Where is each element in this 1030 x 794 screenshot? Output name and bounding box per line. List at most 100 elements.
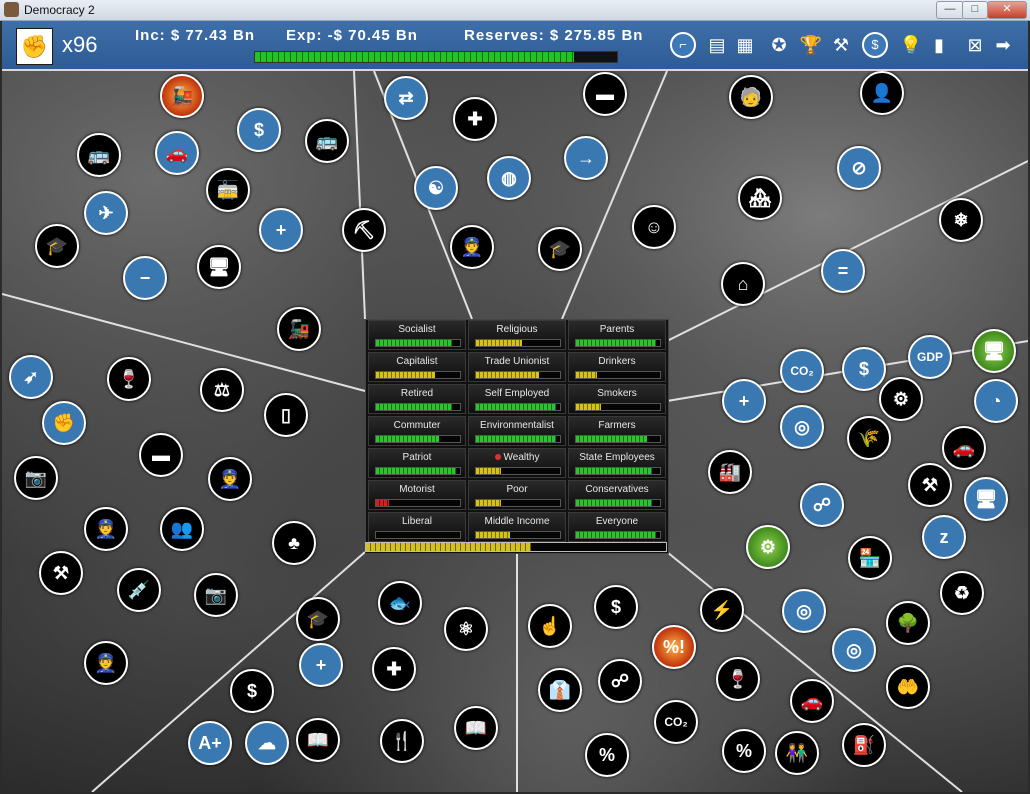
voter-group-everyone[interactable]: Everyone bbox=[568, 512, 666, 542]
police-officer-icon[interactable]: 👮 bbox=[450, 225, 494, 269]
gdp-icon[interactable]: GDP bbox=[908, 335, 952, 379]
handgun-icon[interactable]: ▬ bbox=[139, 433, 183, 477]
handshake-icon[interactable]: ✊ bbox=[42, 401, 86, 445]
document-icon[interactable]: ▤ bbox=[704, 32, 730, 58]
family-tree-icon[interactable]: ☍ bbox=[598, 659, 642, 703]
food-icon[interactable]: 🍴 bbox=[380, 719, 424, 763]
airplane-icon[interactable]: ✈ bbox=[84, 191, 128, 235]
school-bus-icon[interactable]: 🎓 bbox=[35, 224, 79, 268]
co2-icon[interactable]: CO₂ bbox=[780, 349, 824, 393]
cabinet-icon[interactable]: ▦ bbox=[732, 32, 758, 58]
computer-icon[interactable]: 🖥 bbox=[964, 477, 1008, 521]
water-plus-icon[interactable]: + bbox=[259, 208, 303, 252]
water-minus-icon[interactable]: − bbox=[123, 256, 167, 300]
equality-icon[interactable]: = bbox=[821, 249, 865, 293]
atom-icon[interactable]: ⚛ bbox=[444, 607, 488, 651]
award-icon[interactable]: ✪ bbox=[766, 32, 792, 58]
car-icon[interactable]: 🚗 bbox=[155, 131, 199, 175]
property-tax-icon[interactable]: $ bbox=[594, 585, 638, 629]
hospital-ship-icon[interactable]: ✚ bbox=[453, 97, 497, 141]
shopkeeper-icon[interactable]: 🏪 bbox=[848, 536, 892, 580]
graduation-flag-icon[interactable]: 🎓 bbox=[538, 227, 582, 271]
bus-lane-icon[interactable]: 🚌 bbox=[77, 133, 121, 177]
fire-train-icon[interactable]: 🚂 bbox=[160, 74, 204, 118]
coins-blue-icon[interactable]: ◎ bbox=[832, 628, 876, 672]
traffic-icon[interactable]: 🚗 bbox=[942, 426, 986, 470]
voter-group-religious[interactable]: Religious bbox=[468, 320, 566, 350]
child-icon[interactable]: ☺ bbox=[632, 205, 676, 249]
book-icon[interactable]: 📖 bbox=[296, 718, 340, 762]
water-tax-icon[interactable]: $ bbox=[237, 108, 281, 152]
wine-bottle-icon[interactable]: 🍷 bbox=[716, 657, 760, 701]
options-icon[interactable]: ⊠ bbox=[962, 32, 988, 58]
winter-fuel-icon[interactable]: ❄ bbox=[939, 198, 983, 242]
recycle-icon[interactable]: ♻ bbox=[940, 571, 984, 615]
tools-icon[interactable]: ⚒ bbox=[828, 32, 854, 58]
organization-icon[interactable]: ☍ bbox=[800, 483, 844, 527]
innovation-icon[interactable]: + bbox=[722, 379, 766, 423]
gavel-icon[interactable]: ⚒ bbox=[39, 551, 83, 595]
graduate-money-icon[interactable]: $ bbox=[230, 669, 274, 713]
shopping-tax-icon[interactable]: % bbox=[585, 733, 629, 777]
voter-group-conservatives[interactable]: Conservatives bbox=[568, 480, 666, 510]
tools-wrench-icon[interactable]: ⚒ bbox=[908, 463, 952, 507]
petrol-icon[interactable]: ⛽ bbox=[842, 723, 886, 767]
percent-icon[interactable]: % bbox=[722, 729, 766, 773]
voter-group-patriot[interactable]: Patriot bbox=[368, 448, 466, 478]
couple-icon[interactable]: 👫 bbox=[775, 731, 819, 775]
health-plus-icon[interactable]: + bbox=[299, 643, 343, 687]
close-button[interactable]: ✕ bbox=[987, 1, 1027, 19]
gambling-icon[interactable]: ♣ bbox=[272, 521, 316, 565]
charity-icon[interactable]: 🤲 bbox=[886, 665, 930, 709]
gun-icon[interactable]: ⌐ bbox=[670, 32, 696, 58]
bulb-icon[interactable]: 💡 bbox=[898, 32, 924, 58]
elderly-icon[interactable]: 🧓 bbox=[729, 75, 773, 119]
voter-group-commuter[interactable]: Commuter bbox=[368, 416, 466, 446]
voter-group-wealthy[interactable]: Wealthy bbox=[468, 448, 566, 478]
voter-group-socialist[interactable]: Socialist bbox=[368, 320, 466, 350]
dollar-icon[interactable]: $ bbox=[862, 32, 888, 58]
fist-portrait-icon[interactable]: ✊ bbox=[16, 28, 53, 65]
ship-arrows-icon[interactable]: ⇄ bbox=[384, 76, 428, 120]
trophy-icon[interactable]: 🏆 bbox=[798, 32, 824, 58]
voter-group-farmers[interactable]: Farmers bbox=[568, 416, 666, 446]
minimize-button[interactable]: — bbox=[936, 1, 964, 19]
person-icon[interactable]: 👤 bbox=[860, 71, 904, 115]
wage-icon[interactable]: $ bbox=[842, 347, 886, 391]
guard-icon[interactable]: 👮 bbox=[84, 507, 128, 551]
coin-stack-icon[interactable]: ◎ bbox=[782, 589, 826, 633]
globe-icon[interactable]: ◍ bbox=[487, 156, 531, 200]
telecommute-icon[interactable]: 🖥 bbox=[197, 245, 241, 289]
library-icon[interactable]: 📖 bbox=[454, 706, 498, 750]
soldier-icon[interactable]: 👮 bbox=[208, 457, 252, 501]
tree-icon[interactable]: 🌳 bbox=[886, 601, 930, 645]
chart-pie-icon[interactable]: ◔ bbox=[974, 379, 1018, 423]
grade-a-icon[interactable]: A+ bbox=[188, 721, 232, 765]
businessman-icon[interactable]: 👔 bbox=[538, 668, 582, 712]
factory-icon[interactable]: 🏭 bbox=[708, 450, 752, 494]
voter-group-environmentalist[interactable]: Environmentalist bbox=[468, 416, 566, 446]
voter-group-middle-income[interactable]: Middle Income bbox=[468, 512, 566, 542]
yin-yang-icon[interactable]: ☯ bbox=[414, 166, 458, 210]
voter-group-drinkers[interactable]: Drinkers bbox=[568, 352, 666, 382]
maximize-button[interactable]: □ bbox=[962, 1, 988, 19]
voter-group-trade-unionist[interactable]: Trade Unionist bbox=[468, 352, 566, 382]
fish-icon[interactable]: 🐟 bbox=[378, 581, 422, 625]
prison-door-icon[interactable]: ▯ bbox=[264, 393, 308, 437]
steam-train-icon[interactable]: 🚂 bbox=[277, 307, 321, 351]
agriculture-icon[interactable]: 🌾 bbox=[847, 416, 891, 460]
cloud-icon[interactable]: ☁ bbox=[245, 721, 289, 765]
voter-group-state-employees[interactable]: State Employees bbox=[568, 448, 666, 478]
voter-group-smokers[interactable]: Smokers bbox=[568, 384, 666, 414]
industry-aid-icon[interactable]: ⚙ bbox=[879, 377, 923, 421]
tank-icon[interactable]: ▬ bbox=[583, 72, 627, 116]
syringe-icon[interactable]: 💉 bbox=[117, 568, 161, 612]
road-worker-icon[interactable]: ⛏ bbox=[342, 208, 386, 252]
equipment-icon[interactable]: ➶ bbox=[9, 355, 53, 399]
car-tax-icon[interactable]: 🚗 bbox=[790, 679, 834, 723]
coins-icon[interactable]: ◎ bbox=[780, 405, 824, 449]
tram-icon[interactable]: 🚋 bbox=[206, 168, 250, 212]
chart-icon[interactable]: ▮ bbox=[926, 32, 952, 58]
officer-icon[interactable]: 👮 bbox=[84, 641, 128, 685]
no-money-icon[interactable]: ⊘ bbox=[837, 146, 881, 190]
